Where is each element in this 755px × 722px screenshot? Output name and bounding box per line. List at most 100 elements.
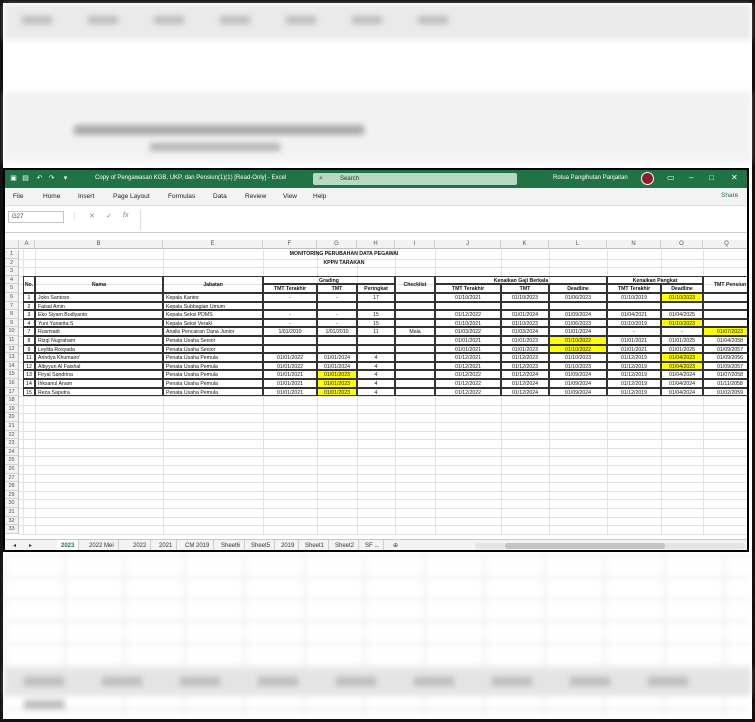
table-cell[interactable]: 01/01/2023 bbox=[317, 387, 357, 397]
close-icon[interactable]: ✕ bbox=[731, 173, 738, 182]
table-cell[interactable]: 01/04/2024 bbox=[661, 370, 703, 379]
table-cell[interactable]: 01/10/2019 bbox=[607, 318, 661, 328]
table-cell[interactable]: Arindya Khumairo' bbox=[35, 353, 163, 362]
row-header[interactable]: 5 bbox=[5, 284, 19, 293]
table-cell[interactable]: Reza Saputra bbox=[35, 387, 163, 397]
table-cell[interactable]: 01/12/2024 bbox=[501, 387, 549, 397]
row-header[interactable]: 18 bbox=[5, 396, 19, 405]
table-cell[interactable]: 01/03/2024 bbox=[501, 327, 549, 336]
column-header[interactable]: K bbox=[501, 240, 549, 249]
table-cell[interactable] bbox=[395, 361, 435, 371]
table-cell[interactable]: Penata Usaha Senior bbox=[163, 336, 263, 345]
sheet-tab[interactable]: 2023 bbox=[57, 540, 80, 550]
table-cell[interactable]: - bbox=[317, 318, 357, 328]
ribbon-options-icon[interactable]: ▭ bbox=[667, 173, 675, 182]
spreadsheet-grid[interactable]: A B E F G H I J K L N O Q 1 2 3 4 5 6 7 8 9 10 11 12 13 14 15 16 17 18… bbox=[5, 240, 747, 540]
table-cell[interactable] bbox=[395, 318, 435, 328]
table-cell[interactable]: Penata Usaha Senior bbox=[163, 344, 263, 354]
table-cell[interactable]: 01/10/2023 bbox=[549, 353, 607, 362]
row-header[interactable]: 6 bbox=[5, 293, 19, 302]
table-cell[interactable]: 15 bbox=[357, 318, 395, 328]
row-header[interactable]: 4 bbox=[5, 275, 19, 285]
table-cell[interactable]: Penata Usaha Pemula bbox=[163, 353, 263, 362]
table-cell[interactable] bbox=[661, 301, 703, 311]
row-header[interactable]: 29 bbox=[5, 490, 19, 500]
table-cell[interactable]: 01/10/2023 bbox=[549, 361, 607, 371]
tab-view[interactable]: View bbox=[283, 193, 297, 200]
table-cell[interactable]: Faisal Amin bbox=[35, 301, 163, 311]
sheet-tab[interactable]: Sheet6 bbox=[217, 540, 246, 550]
table-cell[interactable]: 01/10/2023 bbox=[661, 293, 703, 302]
user-name[interactable]: Rotua Pangihutan Panjaitan bbox=[553, 175, 628, 181]
table-cell[interactable] bbox=[263, 344, 317, 354]
table-cell[interactable]: - bbox=[263, 318, 317, 328]
table-cell[interactable]: 01/10/2023 bbox=[501, 318, 549, 328]
table-cell[interactable]: 01/12/2022 bbox=[435, 370, 501, 379]
row-header[interactable]: 21 bbox=[5, 422, 19, 431]
table-cell[interactable]: 01/01/2021 bbox=[435, 336, 501, 345]
table-cell[interactable]: 01/12/2021 bbox=[435, 353, 501, 362]
table-cell[interactable]: Yuni Yunarita S bbox=[35, 318, 163, 328]
table-cell[interactable]: 01/09/2024 bbox=[549, 387, 607, 397]
column-header[interactable]: L bbox=[549, 240, 607, 249]
table-cell[interactable]: 01/07/2058 bbox=[703, 370, 747, 379]
column-header[interactable]: H bbox=[357, 240, 395, 249]
select-all-corner[interactable] bbox=[5, 240, 19, 249]
table-cell[interactable] bbox=[317, 336, 357, 345]
row-header[interactable]: 12 bbox=[5, 344, 19, 354]
table-cell[interactable]: 01/11/2058 bbox=[703, 379, 747, 388]
table-cell[interactable]: 3 bbox=[23, 310, 35, 319]
row-header[interactable]: 33 bbox=[5, 525, 19, 534]
row-header[interactable]: 13 bbox=[5, 353, 19, 362]
column-header[interactable]: G bbox=[317, 240, 357, 249]
tab-data[interactable]: Data bbox=[213, 193, 227, 200]
table-cell[interactable]: 01/04/2025 bbox=[661, 310, 703, 319]
table-cell[interactable]: 01/09/2057 bbox=[703, 361, 747, 371]
table-cell[interactable]: 01/12/2022 bbox=[435, 310, 501, 319]
table-cell[interactable]: 01/09/2024 bbox=[549, 370, 607, 379]
table-cell[interactable] bbox=[263, 301, 317, 311]
row-header[interactable]: 31 bbox=[5, 508, 19, 517]
table-cell[interactable]: 17 bbox=[357, 293, 395, 302]
tab-formulas[interactable]: Formulas bbox=[168, 193, 195, 200]
tab-help[interactable]: Help bbox=[313, 193, 326, 200]
row-header[interactable]: 22 bbox=[5, 430, 19, 440]
table-cell[interactable] bbox=[317, 344, 357, 354]
table-cell[interactable]: 13 bbox=[23, 370, 35, 379]
table-cell[interactable]: Penata Usaha Pemula bbox=[163, 361, 263, 371]
column-header[interactable]: O bbox=[661, 240, 703, 249]
row-header[interactable]: 11 bbox=[5, 336, 19, 345]
table-cell[interactable]: 4 bbox=[357, 379, 395, 388]
table-cell[interactable]: Kepala Seksi Verakl bbox=[163, 318, 263, 328]
column-header[interactable]: J bbox=[435, 240, 501, 249]
row-header[interactable]: 9 bbox=[5, 318, 19, 328]
sheet-tab[interactable]: Sheet5 bbox=[247, 540, 276, 550]
horizontal-scrollbar[interactable] bbox=[475, 543, 745, 549]
table-cell[interactable] bbox=[703, 310, 747, 319]
table-cell[interactable]: 01/09/2024 bbox=[549, 310, 607, 319]
table-cell[interactable]: 01/04/2024 bbox=[661, 387, 703, 397]
table-cell[interactable] bbox=[607, 301, 661, 311]
table-cell[interactable]: 01/01/2024 bbox=[549, 327, 607, 336]
table-cell[interactable]: 01/12/2019 bbox=[607, 361, 661, 371]
table-cell[interactable]: 01/10/2023 bbox=[501, 293, 549, 302]
row-header[interactable]: 26 bbox=[5, 465, 19, 474]
table-cell[interactable]: 01/10/2021 bbox=[435, 318, 501, 328]
table-cell[interactable] bbox=[395, 301, 435, 311]
table-cell[interactable]: 01/07/2023 bbox=[703, 327, 747, 336]
table-cell[interactable] bbox=[395, 293, 435, 302]
tab-insert[interactable]: Insert bbox=[78, 193, 94, 200]
row-header[interactable]: 15 bbox=[5, 370, 19, 379]
cancel-icon[interactable]: ✕ bbox=[89, 212, 95, 220]
table-cell[interactable] bbox=[317, 301, 357, 311]
row-header[interactable]: 1 bbox=[5, 250, 19, 259]
table-cell[interactable]: 01/10/2022 bbox=[549, 336, 607, 345]
column-header[interactable]: Q bbox=[703, 240, 747, 249]
row-header[interactable]: 27 bbox=[5, 473, 19, 483]
add-sheet-icon[interactable]: ⊕ bbox=[389, 540, 402, 550]
maximize-icon[interactable]: □ bbox=[709, 173, 714, 182]
table-cell[interactable]: 01/01/2021 bbox=[263, 379, 317, 388]
column-header[interactable]: I bbox=[395, 240, 435, 249]
table-cell[interactable]: 01/01/2024 bbox=[317, 361, 357, 371]
table-cell[interactable]: 01/12/2024 bbox=[501, 379, 549, 388]
